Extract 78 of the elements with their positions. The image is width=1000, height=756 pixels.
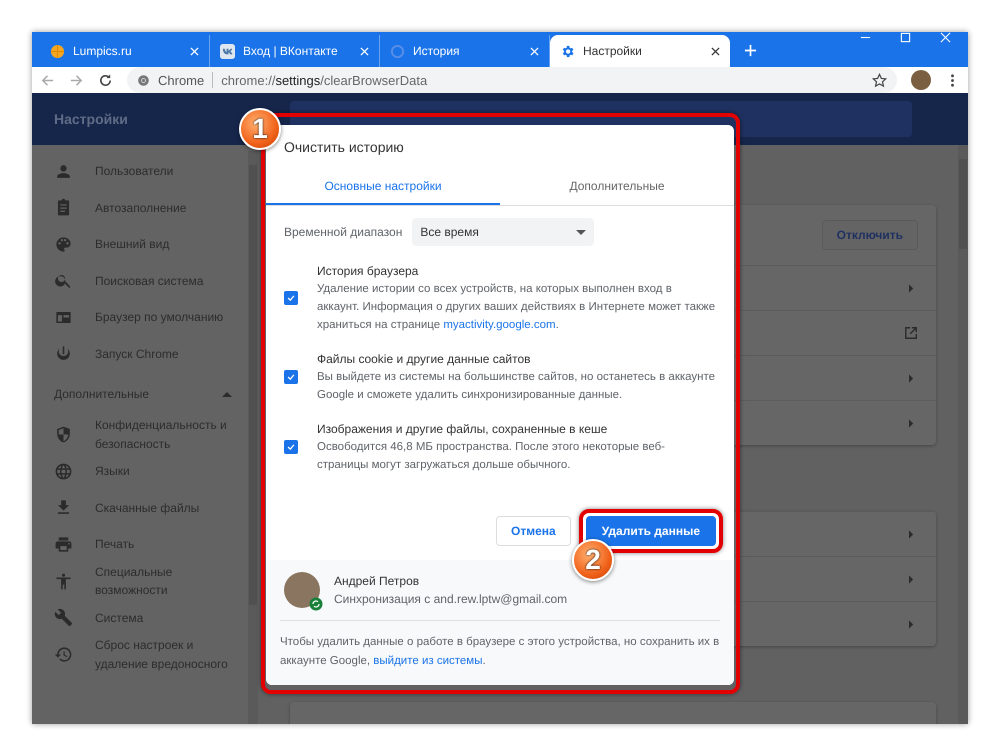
tab-title: Вход | ВКонтакте (243, 44, 339, 58)
checkmark-icon (286, 442, 296, 452)
tab-title: Lumpics.ru (73, 44, 133, 58)
time-range-label: Временной диапазон (284, 225, 402, 239)
maximize-icon[interactable] (900, 32, 911, 43)
checkbox[interactable] (284, 370, 298, 384)
option-description: Удаление истории со всех устройств, на которых выполнен вход в аккаунт. Информация о других ваших действиях в Интернете может также храниться на странице myactivity.google.com. (317, 282, 716, 333)
loading-icon (390, 44, 405, 58)
chevron-icon[interactable] (909, 374, 914, 382)
address-bar[interactable]: Chrome chrome://settings/clearBrowserData (127, 67, 897, 93)
accessibility-icon (54, 572, 73, 590)
sidebar-item[interactable]: Скачанные файлы (95, 498, 233, 517)
printer-icon (54, 534, 73, 554)
sidebar-item[interactable]: Пользователи (95, 162, 233, 180)
dialog-title: Очистить историю (283, 138, 405, 157)
sidebar-item[interactable]: Автозаполнение (95, 198, 233, 217)
caret-icon[interactable] (576, 230, 586, 234)
restore-icon (54, 645, 73, 664)
link[interactable]: myactivity.google.com (443, 319, 556, 331)
sidebar-item[interactable]: Внешний вид (95, 235, 233, 254)
section-heading[interactable]: Дополнительные (54, 384, 149, 404)
tab-title: Настройки (583, 44, 643, 58)
plus-icon[interactable] (744, 44, 757, 57)
checkmark-icon (286, 293, 296, 303)
wrench-icon (54, 608, 73, 628)
option-title: Изображения и другие файлы, сохраненные в кеше (317, 421, 608, 438)
dialog-tab[interactable]: Дополнительные (500, 171, 734, 205)
settings-icon (560, 44, 575, 58)
sidebar-item[interactable]: Сброс настроек и удаление вредоносного (95, 636, 233, 673)
delete-data-button[interactable]: Удалить данные (586, 516, 716, 546)
site-label: Chrome (158, 72, 204, 88)
chevron-icon[interactable] (909, 284, 914, 292)
url-text: chrome://settings/clearBrowserData (221, 72, 428, 88)
page-title: Настройки (53, 111, 129, 127)
chevron-icon[interactable] (909, 418, 914, 428)
forward-arrow-icon[interactable] (69, 72, 84, 88)
globe-icon (54, 462, 73, 481)
sidebar-item[interactable]: Языки (95, 462, 233, 480)
sidebar-item[interactable]: Запуск Chrome (95, 344, 233, 363)
dialog-tab[interactable]: Основные настройки (266, 171, 500, 205)
time-range-dropdown[interactable]: Все время (412, 218, 594, 246)
option-title: История браузера (317, 263, 420, 280)
scrollbar[interactable] (958, 145, 968, 724)
reload-icon[interactable] (98, 72, 113, 88)
chevron-icon[interactable] (909, 530, 914, 538)
scrollbar[interactable] (248, 151, 258, 724)
option-description: Освободится 46,8 МБ пространства. После этого некоторые веб-страницы могут загружаться дольше обычного. (317, 440, 666, 473)
disconnect-button[interactable]: Отключить (822, 220, 918, 250)
checkbox[interactable] (284, 440, 298, 454)
checkbox[interactable] (284, 291, 298, 305)
footer-note: Чтобы удалить данные о работе в браузере с этого устройства, но сохранить их в аккаунте Google, выйдите из системы. (280, 635, 720, 669)
star-icon[interactable] (872, 72, 887, 88)
close-icon[interactable] (711, 46, 720, 56)
vk-icon (220, 44, 235, 58)
tab-title: История (413, 44, 461, 58)
avatar[interactable] (911, 70, 931, 90)
sync-status: Синхронизация с and.rew.lptw@gmail.com (334, 591, 568, 608)
checkmark-icon (286, 372, 296, 382)
sidebar-item[interactable]: Поисковая система (95, 272, 233, 290)
cancel-button[interactable]: Отмена (496, 516, 571, 546)
sign-out-link[interactable]: выйдите из системы (373, 655, 482, 667)
sidebar-item[interactable]: Браузер по умолчанию (95, 308, 233, 326)
sidebar-item[interactable]: Специальные возможности (95, 562, 233, 600)
palette-icon (54, 234, 73, 254)
chevron-icon[interactable] (909, 574, 914, 584)
sidebar-item[interactable]: Система (95, 608, 233, 627)
option-title: Файлы cookie и другие данные сайтов (317, 351, 532, 368)
browser-tab[interactable]: Настройки (550, 35, 730, 67)
shield-icon (54, 425, 73, 444)
chrome-icon (137, 74, 150, 86)
external-link-icon[interactable] (904, 326, 918, 340)
account-name: Андрей Петров (334, 573, 420, 590)
option-description: Вы выйдете из системы на большинстве сайтов, но останетесь в аккаунте Google и сможете удалить синхронизированные данные. (317, 370, 716, 403)
sidebar-item[interactable]: Печать (95, 535, 233, 554)
citrus-icon (50, 44, 65, 58)
back-arrow-icon[interactable] (40, 72, 55, 88)
sync-icon (309, 597, 323, 611)
chevron-icon[interactable] (909, 620, 914, 628)
